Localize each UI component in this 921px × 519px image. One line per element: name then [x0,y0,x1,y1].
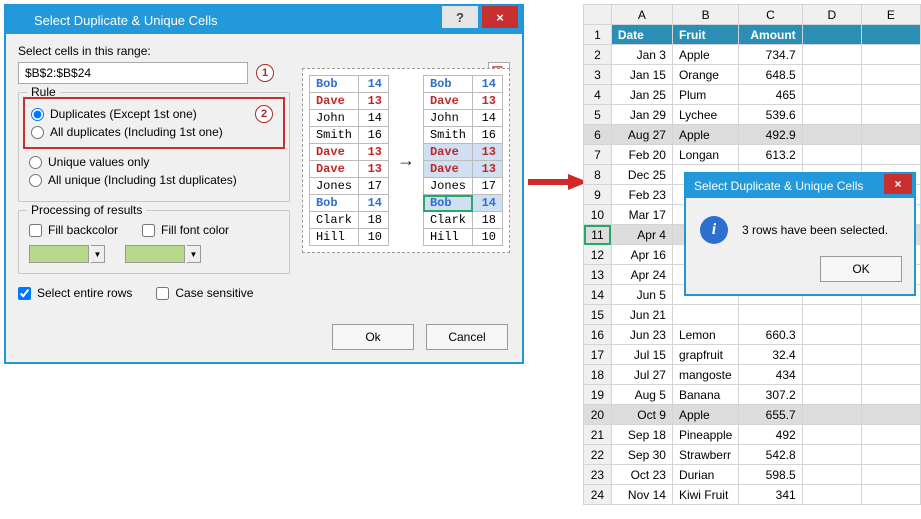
opt-duplicates-except-first[interactable]: Duplicates (Except 1st one) 2 [31,107,277,121]
message-text: 3 rows have been selected. [742,223,888,237]
close-button[interactable]: × [482,6,518,28]
arrow-right-icon: → [397,150,415,171]
red-arrow-icon [528,172,588,192]
preview-table-left: Bob14Dave13John14Smith16Dave13Dave13Jone… [309,75,389,246]
dialog-title: Select Duplicate & Unique Cells [34,13,218,28]
titlebar[interactable]: Select Duplicate & Unique Cells ? × [6,6,522,34]
highlighted-options: Duplicates (Except 1st one) 2 All duplic… [23,97,285,149]
chevron-down-icon[interactable]: ▼ [91,245,105,263]
opt-all-duplicates[interactable]: All duplicates (Including 1st one) [31,125,277,139]
result-dialog: Select Duplicate & Unique Cells × i 3 ro… [684,172,916,296]
help-button[interactable]: ? [442,6,478,28]
ok-button[interactable]: Ok [332,324,414,350]
fill-fontcolor-check[interactable]: Fill font color [142,223,229,237]
processing-group: Processing of results Fill backcolor Fil… [18,210,290,274]
close-button[interactable]: × [884,174,912,194]
cancel-button[interactable]: Cancel [426,324,508,350]
chevron-down-icon[interactable]: ▼ [187,245,201,263]
opt-all-unique[interactable]: All unique (Including 1st duplicates) [29,173,279,187]
backcolor-swatch[interactable]: ▼ [29,245,105,263]
select-duplicate-dialog: Select Duplicate & Unique Cells ? × Sele… [4,4,524,364]
range-label: Select cells in this range: [18,44,510,58]
case-sensitive-check[interactable]: Case sensitive [156,286,253,300]
titlebar[interactable]: Select Duplicate & Unique Cells × [686,174,914,198]
info-icon: i [700,216,728,244]
rule-group: Rule Duplicates (Except 1st one) 2 All d… [18,92,290,202]
preview-panel: Bob14Dave13John14Smith16Dave13Dave13Jone… [302,68,510,253]
dialog-title: Select Duplicate & Unique Cells [694,179,863,193]
preview-table-right: Bob14Dave13John14Smith16Dave13Dave13Jone… [423,75,503,246]
callout-1: 1 [256,64,274,82]
opt-unique-only[interactable]: Unique values only [29,155,279,169]
select-entire-rows-check[interactable]: Select entire rows [18,286,132,300]
fill-backcolor-check[interactable]: Fill backcolor [29,223,118,237]
callout-2: 2 [255,105,273,123]
fontcolor-swatch[interactable]: ▼ [125,245,201,263]
processing-title: Processing of results [27,203,146,217]
range-input[interactable]: $B$2:$B$24 [18,62,248,84]
ok-button[interactable]: OK [820,256,902,282]
